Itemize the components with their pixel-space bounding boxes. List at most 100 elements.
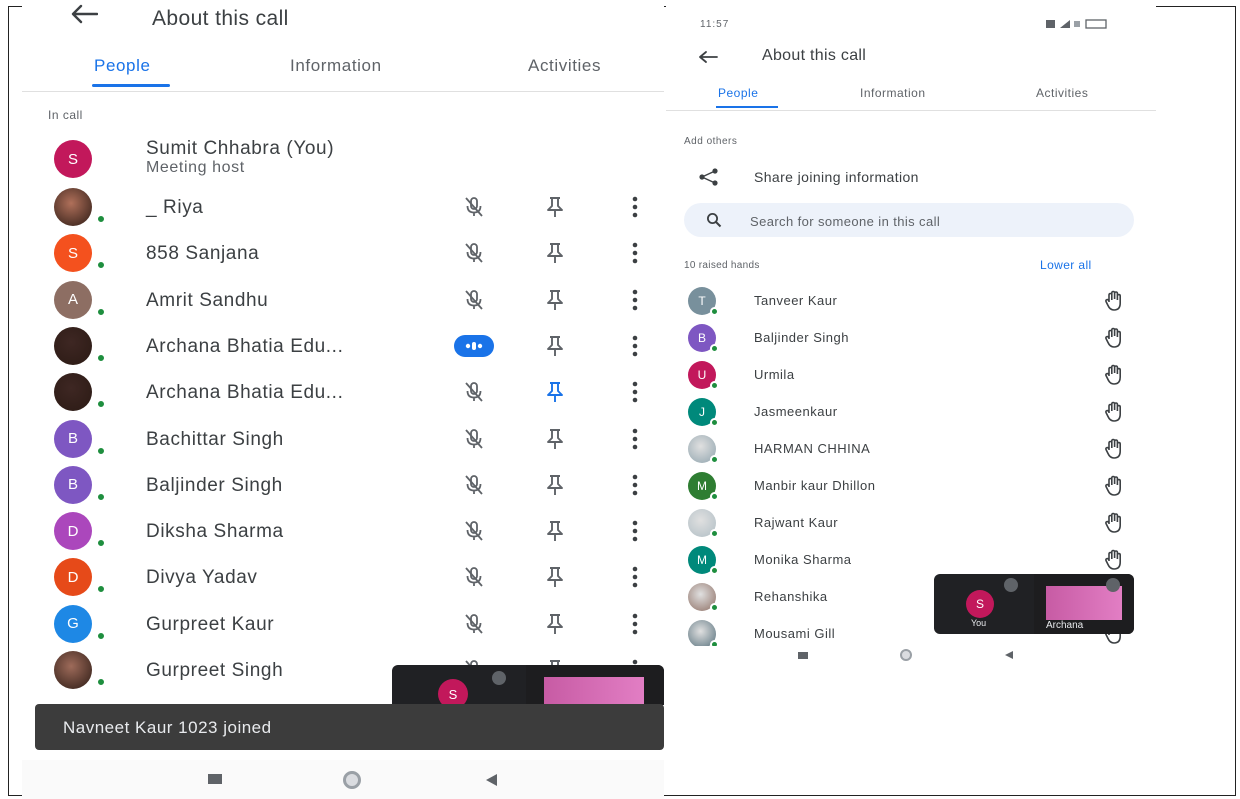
pip-avatar: S — [966, 590, 994, 618]
share-joining-info-button[interactable]: Share joining information — [754, 169, 919, 185]
pin-icon[interactable] — [544, 334, 566, 363]
avatar — [54, 326, 92, 365]
online-indicator — [96, 399, 106, 410]
avatar: A — [54, 280, 92, 319]
tab-activities[interactable]: Activities — [528, 56, 601, 76]
pin-icon[interactable] — [544, 565, 566, 594]
participant-name: Urmila — [754, 367, 795, 382]
participant-row[interactable]: D Divya Yadav — [22, 554, 664, 600]
raised-hand-icon — [1104, 364, 1124, 391]
participant-row[interactable]: S 858 Sanjana — [22, 230, 664, 276]
mic-off-icon[interactable] — [462, 195, 486, 224]
online-indicator — [96, 352, 106, 363]
online-indicator — [710, 381, 719, 390]
home-icon[interactable] — [900, 649, 912, 661]
video-tile: Archana — [1034, 574, 1134, 634]
raised-hand-row[interactable]: U Urmila — [666, 357, 1156, 394]
mic-off-icon[interactable] — [462, 380, 486, 409]
participant-row[interactable]: Archana Bhatia Edu... — [22, 369, 664, 415]
self-preview[interactable]: S — [392, 665, 664, 705]
more-options-icon[interactable] — [632, 289, 638, 316]
raised-hand-row[interactable]: J Jasmeenkaur — [666, 394, 1156, 431]
pin-icon[interactable] — [544, 473, 566, 502]
in-call-label: In call — [48, 108, 83, 122]
tab-activities[interactable]: Activities — [1036, 86, 1088, 100]
more-options-icon[interactable] — [632, 196, 638, 223]
self-preview[interactable]: S You Archana — [934, 574, 1134, 634]
online-indicator — [710, 344, 719, 353]
back-nav-icon[interactable] — [1004, 650, 1014, 660]
mic-off-icon[interactable] — [462, 473, 486, 502]
participant-row[interactable]: D Diksha Sharma — [22, 508, 664, 554]
participant-name: Divya Yadav — [146, 567, 258, 589]
raised-hand-row[interactable]: HARMAN CHHINA — [666, 431, 1156, 468]
back-arrow-icon[interactable] — [70, 4, 98, 24]
mic-off-icon[interactable] — [462, 427, 486, 456]
raised-hand-icon — [1104, 401, 1124, 428]
mic-off-icon[interactable] — [462, 612, 486, 641]
more-options-icon[interactable] — [632, 566, 638, 593]
participant-name: Rehanshika — [754, 589, 828, 604]
pin-icon[interactable] — [544, 519, 566, 548]
participant-row[interactable]: _ Riya — [22, 184, 664, 230]
raised-hand-row[interactable]: B Baljinder Singh — [666, 320, 1156, 357]
more-options-icon[interactable] — [632, 613, 638, 640]
video-tile — [526, 665, 664, 705]
tab-people[interactable]: People — [94, 56, 151, 76]
mic-off-icon[interactable] — [462, 519, 486, 548]
participant-row[interactable]: G Gurpreet Kaur — [22, 601, 664, 647]
right-screen: 11:57 About this call People Information… — [666, 6, 1156, 666]
mic-off-icon[interactable] — [462, 288, 486, 317]
participant-row[interactable]: A Amrit Sandhu — [22, 277, 664, 323]
lower-all-button[interactable]: Lower all — [1040, 258, 1092, 272]
participant-name: 858 Sanjana — [146, 243, 260, 265]
participant-row[interactable]: Archana Bhatia Edu... — [22, 323, 664, 369]
pin-icon[interactable] — [544, 288, 566, 317]
raised-hand-row[interactable]: T Tanveer Kaur — [666, 283, 1156, 320]
recents-icon[interactable] — [798, 652, 808, 659]
participant-row[interactable]: B Bachittar Singh — [22, 416, 664, 462]
snackbar-text: Navneet Kaur 1023 joined — [63, 718, 272, 737]
participant-row[interactable]: B Baljinder Singh — [22, 462, 664, 508]
home-icon[interactable] — [343, 771, 361, 789]
pin-icon[interactable] — [544, 195, 566, 224]
tab-information[interactable]: Information — [290, 56, 382, 76]
participant-name: Baljinder Singh — [146, 474, 283, 496]
more-options-icon[interactable] — [632, 335, 638, 362]
tab-people[interactable]: People — [718, 86, 758, 100]
mic-off-icon[interactable] — [462, 565, 486, 594]
pip-other-label: Archana — [1046, 620, 1084, 631]
pip-you-label: You — [971, 618, 987, 628]
more-options-icon[interactable] — [632, 242, 638, 269]
status-time: 11:57 — [700, 19, 730, 30]
participant-name: Bachittar Singh — [146, 428, 284, 450]
search-placeholder: Search for someone in this call — [750, 214, 941, 229]
back-arrow-icon[interactable] — [698, 50, 718, 64]
top-app-bar: About this call — [22, 0, 664, 40]
participant-name: Tanveer Kaur — [754, 293, 838, 308]
active-tab-indicator — [716, 106, 778, 108]
recents-icon[interactable] — [208, 774, 222, 784]
online-indicator — [710, 455, 719, 464]
host-row[interactable]: S Sumit Chhabra (You) Meeting host — [22, 136, 664, 182]
signal-battery-icon — [1046, 19, 1107, 29]
pin-icon[interactable] — [544, 380, 566, 409]
raised-hand-row[interactable]: M Manbir kaur Dhillon — [666, 468, 1156, 505]
raised-hand-row[interactable]: Rajwant Kaur — [666, 505, 1156, 542]
more-options-icon[interactable] — [632, 520, 638, 547]
mic-off-icon[interactable] — [462, 241, 486, 270]
system-nav-bar — [22, 760, 664, 799]
back-nav-icon[interactable] — [484, 773, 498, 787]
pin-icon[interactable] — [544, 612, 566, 641]
more-options-icon[interactable] — [632, 474, 638, 501]
raised-hand-icon — [1104, 475, 1124, 502]
pin-icon[interactable] — [544, 241, 566, 270]
page-title: About this call — [762, 47, 867, 64]
pin-icon[interactable] — [544, 427, 566, 456]
more-options-icon[interactable] — [632, 428, 638, 455]
participant-name: Sumit Chhabra (You) — [146, 138, 335, 159]
participant-name: Jasmeenkaur — [754, 404, 838, 419]
more-options-icon[interactable] — [632, 381, 638, 408]
avatar: D — [54, 512, 92, 551]
tab-information[interactable]: Information — [860, 86, 926, 100]
